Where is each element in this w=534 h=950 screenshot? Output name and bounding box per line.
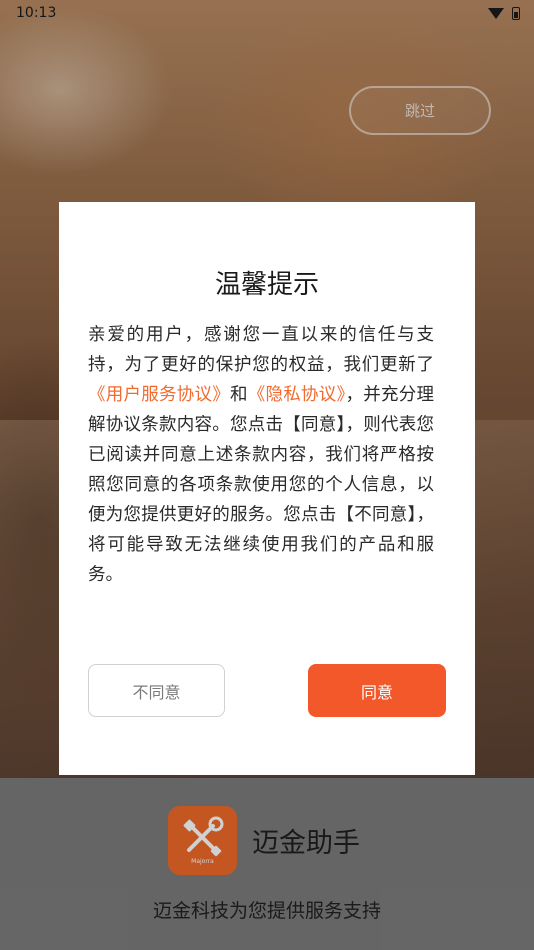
dialog-body-text-3: ，并充分理解协议条款内容。您点击【同意】，则代表您已阅读并同意上述条款内容，我们…: [88, 385, 434, 585]
agree-button[interactable]: 同意: [308, 664, 446, 717]
dialog-body-text-1: 亲爱的用户，感谢您一直以来的信任与支持，为了更好的保护您的权益，我们更新了: [88, 325, 434, 375]
privacy-dialog: 温馨提示 亲爱的用户，感谢您一直以来的信任与支持，为了更好的保护您的权益，我们更…: [59, 202, 475, 775]
decline-button[interactable]: 不同意: [88, 664, 225, 717]
dialog-body-text-2: 和: [230, 385, 248, 405]
user-agreement-link[interactable]: 《用户服务协议》: [88, 385, 230, 405]
privacy-policy-link[interactable]: 《隐私协议》: [248, 385, 346, 405]
dialog-body: 亲爱的用户，感谢您一直以来的信任与支持，为了更好的保护您的权益，我们更新了《用户…: [88, 320, 434, 590]
dialog-title: 温馨提示: [214, 270, 319, 300]
